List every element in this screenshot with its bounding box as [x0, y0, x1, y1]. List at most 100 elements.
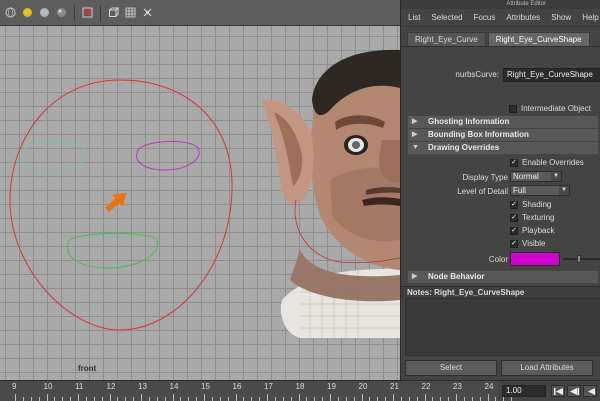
editor-buttons: Select Load Attributes: [405, 360, 593, 376]
time-slider: 9 10 11 12 13 14 15 16 17 18 19 20 21 22 23 24 1.00: [0, 380, 600, 401]
color-swatch[interactable]: [510, 252, 560, 266]
enable-overrides-checkbox[interactable]: ✓: [510, 158, 518, 167]
menu-selected[interactable]: Selected: [431, 13, 462, 22]
frame-tick: [440, 397, 442, 401]
front-viewport[interactable]: front: [0, 0, 400, 380]
mouth-curve[interactable]: [66, 232, 158, 269]
step-back-button[interactable]: [567, 385, 581, 397]
attribute-editor-panel: Attribute Editor List Selected Focus Att…: [400, 0, 600, 380]
frame-tick: [314, 397, 316, 401]
camera-label: front: [78, 364, 97, 373]
frame-tick: [70, 397, 72, 401]
visible-checkbox[interactable]: ✓: [510, 239, 518, 248]
grid-icon[interactable]: [124, 6, 137, 19]
section-ghosting-information[interactable]: ▶ Ghosting Information: [408, 116, 598, 128]
visible-row[interactable]: ✓ Visible: [510, 239, 545, 248]
playback-checkbox[interactable]: ✓: [510, 226, 518, 235]
current-frame-field[interactable]: 1.00: [502, 385, 546, 397]
level-of-detail-dropdown[interactable]: Full ▼: [510, 185, 570, 196]
frame-tick: [369, 397, 371, 401]
frame-tick: [219, 397, 221, 401]
frame-label: 12: [106, 382, 116, 391]
frame-tick: [85, 397, 87, 401]
frame-tick: [196, 397, 198, 401]
intermediate-object-label: Intermediate Object: [521, 104, 591, 113]
frame-tick: [479, 397, 481, 401]
frame-tick: [22, 397, 24, 401]
frame-tick: [408, 397, 410, 401]
left-eye-curve[interactable]: [20, 141, 87, 173]
collapsed-arrow-icon: ▶: [412, 131, 418, 138]
wireframe-sphere-icon[interactable]: [4, 6, 17, 19]
frame-tick: [62, 397, 64, 401]
toolbar-separator: [100, 4, 101, 21]
display-type-dropdown[interactable]: Normal ▼: [510, 171, 562, 182]
section-node-behavior[interactable]: ▶ Node Behavior: [408, 271, 598, 283]
menu-attributes[interactable]: Attributes: [506, 13, 540, 22]
texturing-row[interactable]: ✓ Texturing: [510, 213, 554, 222]
frame-tick: [345, 397, 347, 401]
face-outline-curve[interactable]: [9, 79, 233, 331]
frame-tick: [385, 397, 387, 401]
chevron-down-icon: ▼: [551, 172, 561, 181]
right-eye-curve[interactable]: [136, 140, 200, 171]
frame-tick: [156, 397, 158, 401]
menu-list[interactable]: List: [408, 13, 420, 22]
shaded-sphere-icon[interactable]: [55, 6, 68, 19]
playback-row[interactable]: ✓ Playback: [510, 226, 554, 235]
playback-label: Playback: [522, 226, 555, 235]
frame-tick: [353, 397, 355, 401]
time-ruler[interactable]: 9 10 11 12 13 14 15 16 17 18 19 20 21 22 23 24: [0, 381, 513, 401]
frame-tick: [448, 397, 450, 401]
viewport-scene: [9, 49, 400, 338]
frame-tick: [306, 397, 308, 401]
frame-tick: [30, 397, 32, 401]
frame-tick: [463, 397, 465, 401]
intermediate-object-row[interactable]: Intermediate Object: [509, 104, 591, 113]
select-button[interactable]: Select: [405, 360, 497, 376]
frame-tick: [290, 397, 292, 401]
visible-label: Visible: [522, 239, 546, 248]
enable-overrides-row[interactable]: ✓ Enable Overrides: [510, 158, 584, 167]
frame-label: 16: [232, 382, 242, 391]
expanded-arrow-icon: ▼: [412, 144, 419, 151]
frame-tick: [164, 397, 166, 401]
texturing-checkbox[interactable]: ✓: [510, 213, 518, 222]
cube-icon[interactable]: [107, 6, 120, 19]
tab-right-eye-curve[interactable]: Right_Eye_Curve: [407, 32, 486, 46]
frame-tick: [117, 397, 119, 401]
frame-tick: [274, 397, 276, 401]
texturing-label: Texturing: [522, 213, 555, 222]
section-drawing-overrides[interactable]: ▼ Drawing Overrides: [408, 142, 598, 154]
color-slider-track[interactable]: [563, 258, 600, 260]
smooth-shade-gray-icon[interactable]: [38, 6, 51, 19]
shading-row[interactable]: ✓ Shading: [510, 200, 551, 209]
joint-icon[interactable]: [141, 6, 154, 19]
intermediate-object-checkbox[interactable]: [509, 104, 517, 113]
smooth-shade-yellow-icon[interactable]: [21, 6, 34, 19]
frame-tick: [101, 397, 103, 401]
character-head-model[interactable]: [262, 49, 400, 338]
frame-tick: [400, 397, 402, 401]
section-bounding-box-information[interactable]: ▶ Bounding Box Information: [408, 129, 598, 141]
level-of-detail-label: Level of Detail: [457, 187, 508, 196]
notes-textarea[interactable]: [405, 298, 600, 356]
tab-right-eye-curveshape[interactable]: Right_Eye_CurveShape: [487, 32, 590, 46]
menu-focus[interactable]: Focus: [474, 13, 496, 22]
frame-tick: [511, 397, 513, 401]
menu-help[interactable]: Help: [582, 13, 598, 22]
node-name-field[interactable]: Right_Eye_CurveShape: [503, 68, 600, 82]
frame-tick: [503, 397, 505, 401]
go-to-start-button[interactable]: [551, 385, 565, 397]
frame-tick: [38, 397, 40, 401]
shading-checkbox[interactable]: ✓: [510, 200, 518, 209]
frame-tick: [416, 397, 418, 401]
xray-icon[interactable]: [81, 6, 94, 19]
menu-show[interactable]: Show: [551, 13, 571, 22]
load-attributes-button[interactable]: Load Attributes: [501, 360, 593, 376]
frame-label: 18: [295, 382, 305, 391]
color-slider-handle[interactable]: [577, 255, 581, 263]
frame-tick: [227, 397, 229, 401]
play-back-button[interactable]: [583, 385, 597, 397]
attribute-scroll-area[interactable]: Intermediate Object ▶ Ghosting Informati…: [401, 103, 600, 283]
